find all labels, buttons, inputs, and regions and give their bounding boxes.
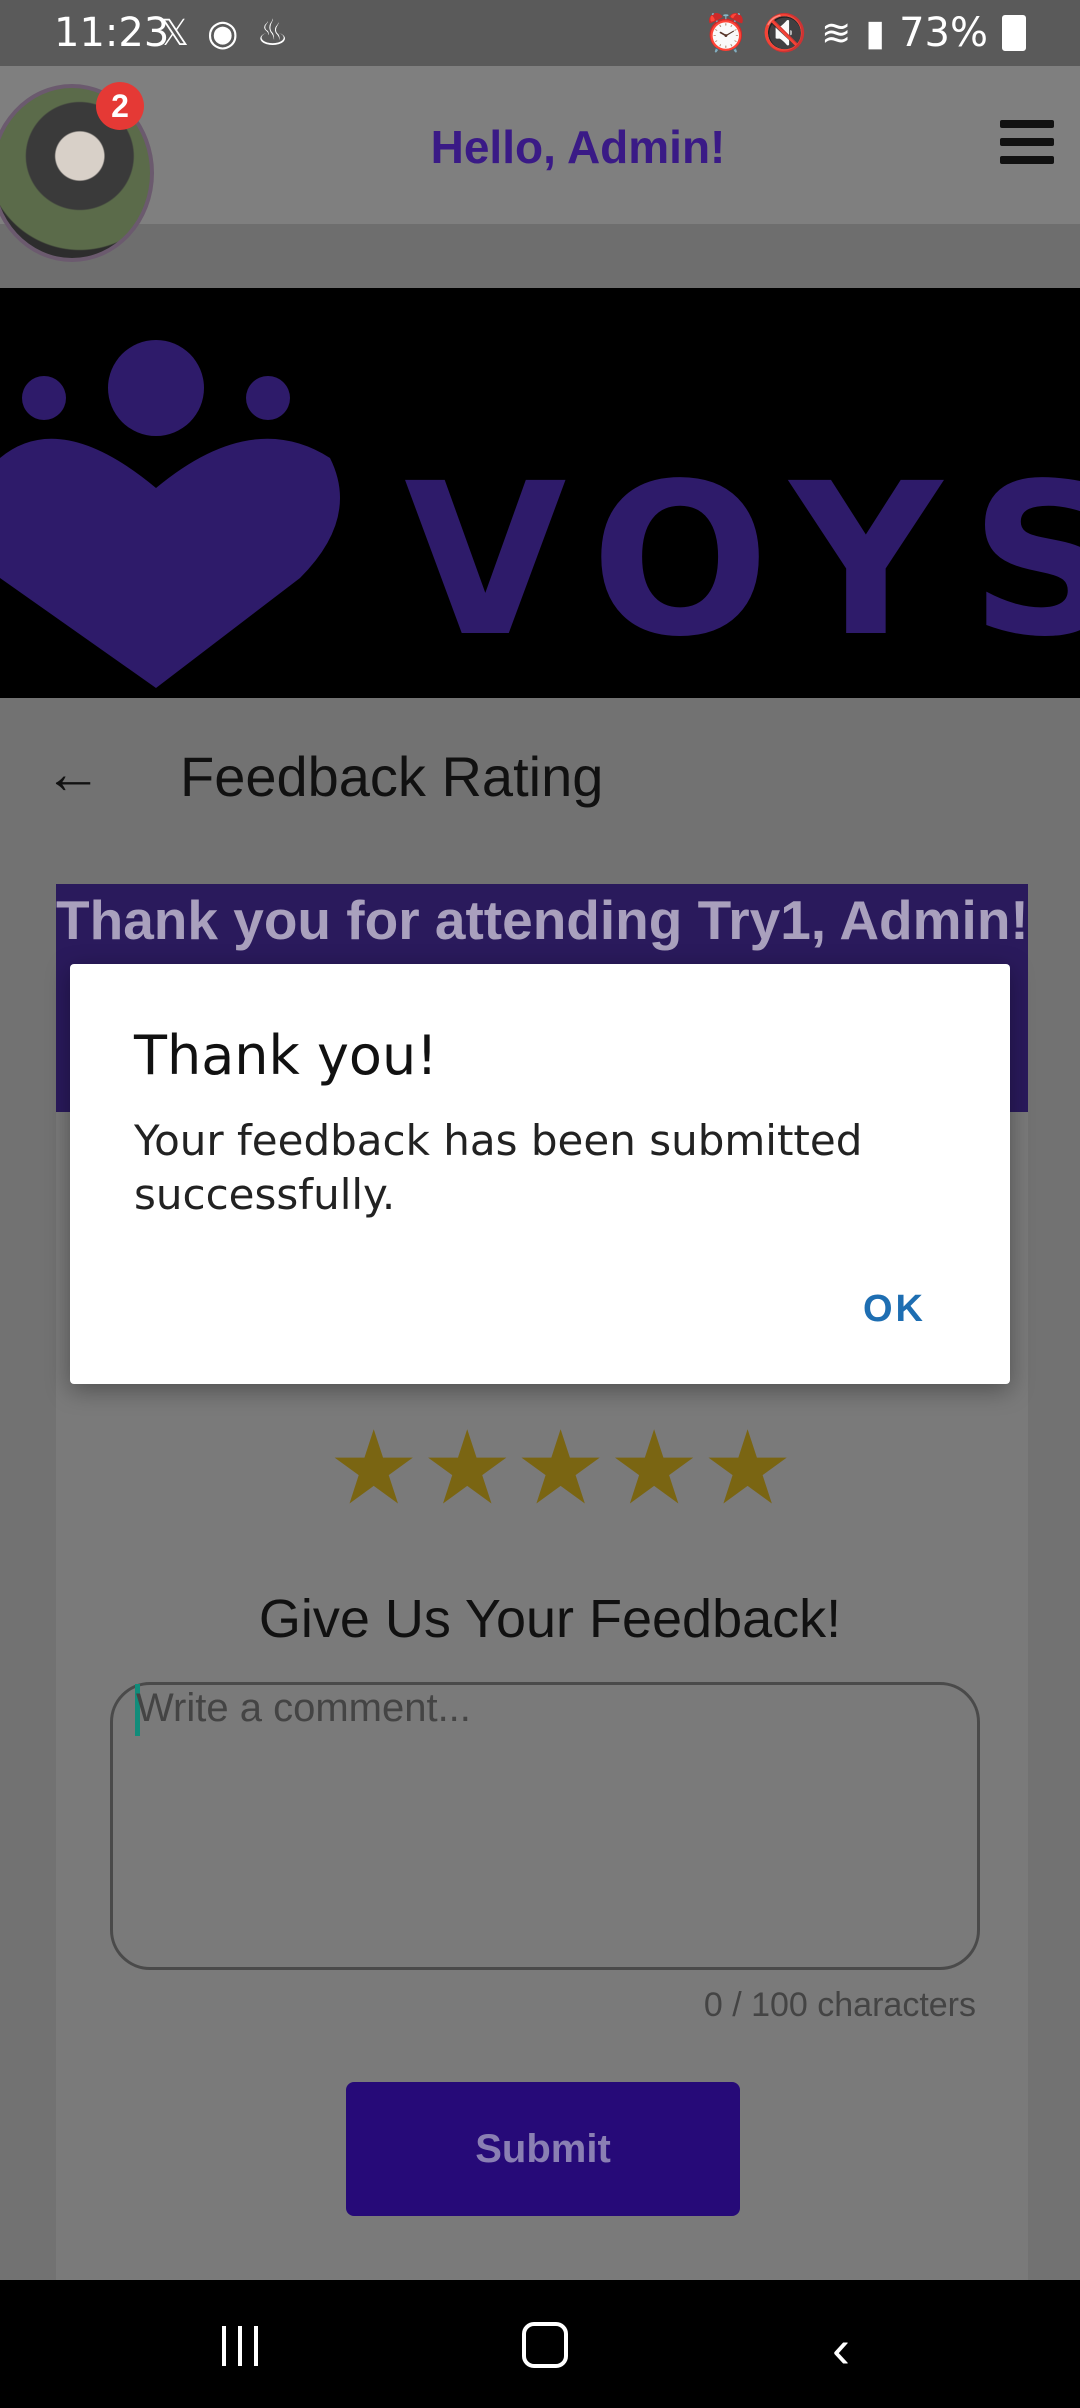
status-right-icons: ⏰ 🔇 ≋ ▮ 73% — [703, 10, 1026, 56]
notification-badge: 2 — [96, 82, 144, 130]
star-rating[interactable]: ★ ★ ★ ★ ★ — [328, 1418, 793, 1520]
wifi-icon: ≋ — [821, 12, 852, 53]
header-band — [0, 224, 1080, 288]
character-count: 0 / 100 characters — [703, 1986, 976, 2024]
star-icon[interactable]: ★ — [515, 1418, 606, 1520]
comment-placeholder: Write a comment... — [136, 1686, 471, 1730]
status-bar: 11:23 𝕏 ◉ ♨ ⏰ 🔇 ≋ ▮ 73% — [0, 0, 1080, 66]
submit-button[interactable]: Submit — [346, 2082, 740, 2216]
star-icon[interactable]: ★ — [328, 1418, 419, 1520]
thank-you-heading: Thank you for attending Try1, Admin! — [56, 889, 1029, 951]
brand-logo-icon — [0, 340, 340, 688]
battery-percent: 73% — [899, 10, 988, 56]
dialog-title: Thank you! — [134, 1024, 438, 1087]
star-icon[interactable]: ★ — [421, 1418, 512, 1520]
greeting-text: Hello, Admin! — [430, 121, 726, 173]
x-icon: 𝕏 — [160, 12, 190, 53]
notification-icon: ♨ — [256, 12, 289, 53]
ok-button[interactable]: OK — [863, 1288, 926, 1331]
recent-apps-icon[interactable] — [222, 2326, 262, 2366]
success-dialog: Thank you! Your feedback has been submit… — [70, 964, 1010, 1384]
hamburger-menu-icon[interactable] — [1000, 120, 1054, 168]
status-time: 11:23 — [54, 10, 170, 56]
alarm-icon: ⏰ — [703, 12, 749, 53]
page-title: Feedback Rating — [180, 745, 604, 808]
dialog-message: Your feedback has been submitted success… — [134, 1116, 863, 1219]
back-icon[interactable]: ‹ — [832, 2318, 850, 2380]
feedback-title: Give Us Your Feedback! — [258, 1589, 842, 1649]
brand-name: VOYS — [404, 438, 1080, 683]
brand-banner: VOYS — [0, 288, 1080, 698]
signal-icon: ▮ — [865, 12, 886, 53]
status-left-icons: 𝕏 ◉ ♨ — [160, 12, 289, 54]
mute-icon: 🔇 — [762, 12, 808, 53]
back-arrow-icon[interactable]: ← — [44, 740, 102, 807]
battery-icon — [1002, 15, 1026, 51]
star-icon[interactable]: ★ — [702, 1418, 793, 1520]
home-icon[interactable] — [522, 2322, 568, 2368]
star-icon[interactable]: ★ — [608, 1418, 699, 1520]
messenger-icon: ◉ — [207, 12, 239, 53]
